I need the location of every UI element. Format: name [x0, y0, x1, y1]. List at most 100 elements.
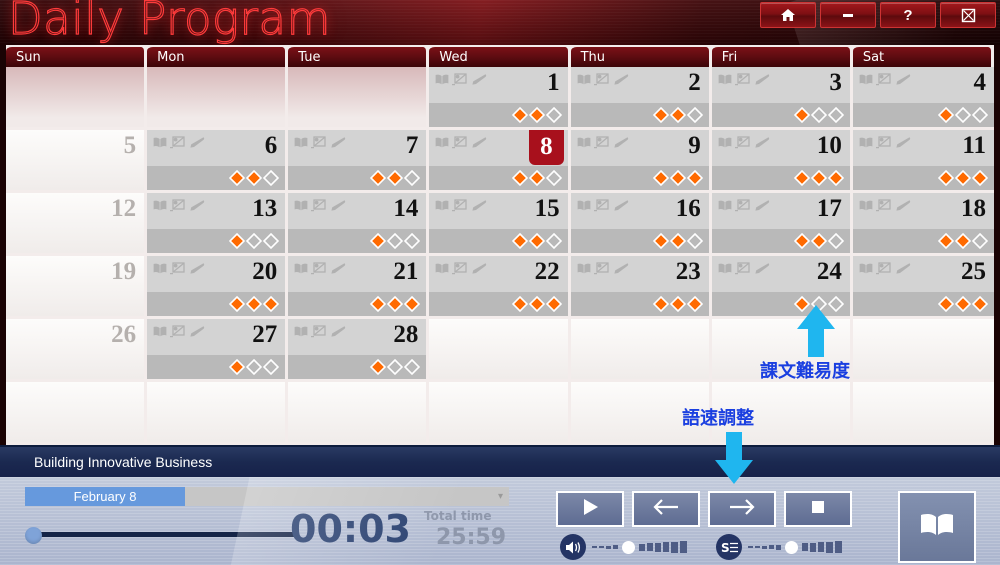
speed-slider[interactable]: S — [716, 534, 842, 560]
calendar-day-cell[interactable]: 1 — [429, 67, 571, 130]
calendar-day-cell[interactable]: 26 — [6, 319, 148, 382]
day-of-week-header: Sat — [852, 45, 994, 67]
difficulty-diamond — [652, 106, 669, 124]
tick — [748, 546, 753, 548]
difficulty-diamond — [528, 169, 545, 187]
difficulty-indicator — [147, 355, 286, 379]
calendar-day-cell[interactable]: 15 — [429, 193, 571, 256]
difficulty-diamond — [528, 106, 545, 124]
date-selector-value: February 8 — [25, 487, 185, 506]
difficulty-diamond — [669, 106, 686, 124]
speed-s-icon: S — [716, 534, 742, 560]
calendar-day-cell[interactable]: 5 — [6, 130, 148, 193]
speed-annotation-arrow — [713, 432, 755, 489]
calendar-day-cell[interactable]: 18 — [852, 193, 994, 256]
speed-ticks[interactable] — [748, 540, 842, 554]
difficulty-indicator — [852, 166, 994, 190]
difficulty-diamond — [229, 358, 246, 376]
calendar-day-cell[interactable]: 22 — [429, 256, 571, 319]
day-number: 25 — [960, 258, 986, 285]
calendar-day-cell[interactable]: 6 — [147, 130, 289, 193]
calendar-day-cell[interactable]: 7 — [288, 130, 430, 193]
day-number: 5 — [123, 132, 137, 159]
difficulty-diamond — [669, 295, 686, 313]
calendar-day-cell — [852, 319, 994, 382]
difficulty-indicator — [570, 229, 709, 253]
difficulty-indicator — [288, 292, 427, 316]
tick — [680, 541, 687, 553]
difficulty-diamond — [652, 295, 669, 313]
calendar-day-cell[interactable]: 14 — [288, 193, 430, 256]
daily-program-window: Daily Program ? Sun Mon Tue Wed Thu Fri … — [0, 0, 1000, 565]
difficulty-diamond — [810, 169, 827, 187]
day-of-week-header: Wed — [429, 45, 571, 67]
day-of-week-header: Fri — [711, 45, 853, 67]
day-number: 14 — [393, 195, 419, 222]
date-selector[interactable]: February 8 ▾ — [25, 487, 509, 506]
calendar-day-cell[interactable]: 28 — [288, 319, 430, 382]
difficulty-diamond — [370, 169, 387, 187]
difficulty-diamond — [971, 232, 989, 250]
day-number: 7 — [405, 132, 419, 159]
notebook-button[interactable] — [898, 491, 976, 563]
calendar-day-cell[interactable]: 19 — [6, 256, 148, 319]
difficulty-diamond — [404, 295, 421, 313]
day-number: 26 — [111, 321, 137, 348]
calendar-day-cell[interactable]: 27 — [147, 319, 289, 382]
calendar-day-cell[interactable]: 13 — [147, 193, 289, 256]
difficulty-diamond — [971, 169, 989, 187]
next-button[interactable] — [708, 491, 776, 527]
difficulty-diamond — [528, 295, 545, 313]
difficulty-diamond — [370, 232, 387, 250]
difficulty-diamond — [229, 169, 246, 187]
volume-slider[interactable] — [560, 534, 687, 560]
calendar-day-cell[interactable]: 12 — [6, 193, 148, 256]
help-button[interactable]: ? — [880, 2, 936, 28]
calendar-day-cell[interactable]: 10 — [711, 130, 853, 193]
volume-ticks[interactable] — [592, 540, 687, 554]
day-content-icons — [718, 73, 770, 86]
calendar-day-cell[interactable]: 16 — [570, 193, 712, 256]
previous-button[interactable] — [632, 491, 700, 527]
close-button[interactable] — [940, 2, 996, 28]
play-button[interactable] — [556, 491, 624, 527]
calendar-day-cell[interactable] — [147, 67, 289, 130]
tick — [810, 542, 816, 552]
playback-controls — [556, 491, 852, 527]
calendar-day-cell[interactable]: 17 — [711, 193, 853, 256]
calendar-day-cell — [147, 382, 289, 445]
calendar-day-cell[interactable] — [6, 67, 148, 130]
arrow-right-icon — [728, 497, 756, 522]
calendar-day-cell[interactable]: 23 — [570, 256, 712, 319]
speed-knob[interactable] — [785, 540, 798, 554]
day-number: 15 — [534, 195, 560, 222]
difficulty-diamond — [370, 358, 387, 376]
difficulty-diamond — [669, 169, 686, 187]
calendar-day-cell[interactable]: 9 — [570, 130, 712, 193]
difficulty-diamond — [387, 358, 404, 376]
difficulty-diamond — [387, 232, 404, 250]
volume-knob[interactable] — [622, 540, 635, 554]
tick — [802, 543, 808, 551]
home-button[interactable] — [760, 2, 816, 28]
calendar-day-cell[interactable]: 8 — [429, 130, 571, 193]
seek-knob[interactable] — [25, 527, 42, 544]
day-content-icons — [294, 199, 346, 212]
calendar-day-cell[interactable]: 25 — [852, 256, 994, 319]
calendar-day-cell[interactable]: 2 — [570, 67, 712, 130]
difficulty-diamond — [246, 358, 263, 376]
calendar-day-cell[interactable]: 21 — [288, 256, 430, 319]
stop-button[interactable] — [784, 491, 852, 527]
calendar-day-cell[interactable]: 3 — [711, 67, 853, 130]
difficulty-diamond — [954, 295, 972, 313]
calendar-day-cell[interactable] — [288, 67, 430, 130]
difficulty-diamond — [246, 232, 263, 250]
minimize-button[interactable] — [820, 2, 876, 28]
seek-slider[interactable] — [25, 524, 295, 546]
difficulty-diamond — [370, 295, 387, 313]
minimize-icon — [840, 11, 856, 19]
calendar-day-cell[interactable]: 20 — [147, 256, 289, 319]
calendar-day-cell[interactable]: 4 — [852, 67, 994, 130]
arrow-left-icon — [652, 497, 680, 522]
calendar-day-cell[interactable]: 11 — [852, 130, 994, 193]
